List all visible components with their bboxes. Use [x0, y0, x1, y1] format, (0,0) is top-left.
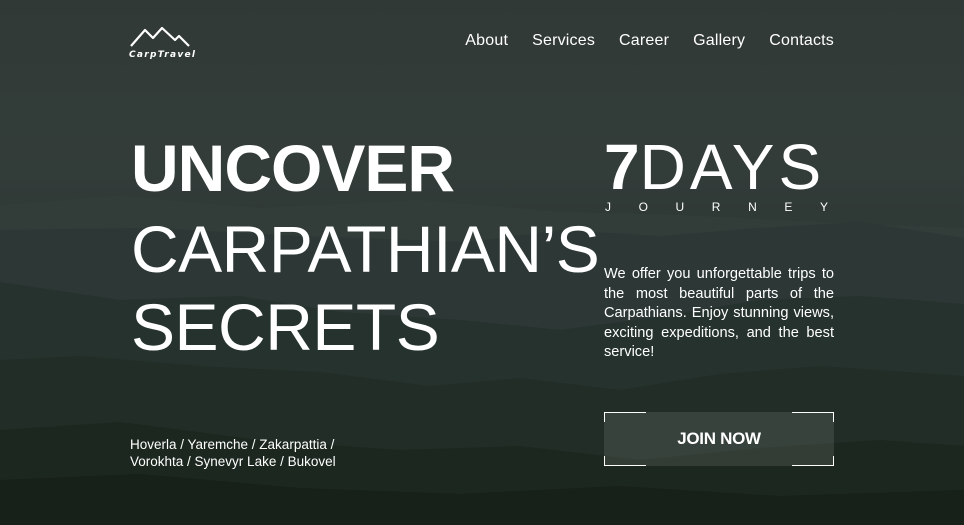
places-list: Hoverla / Yaremche / Zakarpattia / Vorok… [130, 436, 370, 470]
hero-title-carpathians: CARPATHIAN’S [131, 212, 600, 286]
journey-letter: N [748, 200, 757, 214]
mountain-logo-icon [130, 26, 190, 47]
hero-description: We offer you unforgettable trips to the … [604, 266, 834, 361]
journey-letter: U [675, 200, 685, 214]
nav-link-contacts[interactable]: Contacts [769, 32, 834, 50]
hero-title-secrets: SECRETS [131, 290, 440, 364]
corner-decor [604, 412, 646, 413]
journey-letter: E [784, 200, 793, 214]
corner-decor [833, 412, 834, 422]
corner-decor [792, 412, 834, 413]
nav-link-about[interactable]: About [465, 32, 508, 50]
corner-decor [792, 465, 834, 466]
nav-link-career[interactable]: Career [619, 32, 669, 50]
hero-title-uncover: UNCOVER [131, 131, 455, 205]
days-badge: 7DAYS J O U R N E Y [604, 135, 834, 214]
journey-letter: J [605, 200, 611, 214]
main-nav: About Services Career Gallery Contacts [465, 32, 834, 50]
journey-letter: R [711, 200, 721, 214]
places-line-2: Vorokhta / Synevyr Lake / Bukovel [130, 454, 336, 469]
journey-letter: Y [819, 200, 828, 214]
nav-link-services[interactable]: Services [532, 32, 595, 50]
nav-link-gallery[interactable]: Gallery [693, 32, 745, 50]
brand-name: CarpTravel [129, 50, 197, 60]
days-word: DAYS [639, 131, 826, 203]
days-number: 7 [604, 131, 640, 203]
corner-decor [833, 456, 834, 466]
brand-logo[interactable]: CarpTravel [129, 26, 197, 62]
hero-page: CarpTravel About Services Career Gallery… [0, 0, 964, 525]
join-now-button[interactable]: JOIN NOW [604, 412, 834, 466]
corner-decor [604, 456, 605, 466]
days-heading: 7DAYS [604, 135, 834, 199]
places-line-1: Hoverla / Yaremche / Zakarpattia / [130, 437, 335, 452]
corner-decor [604, 412, 605, 422]
journey-letter: O [638, 200, 648, 214]
join-now-label: JOIN NOW [677, 429, 761, 448]
corner-decor [604, 465, 646, 466]
